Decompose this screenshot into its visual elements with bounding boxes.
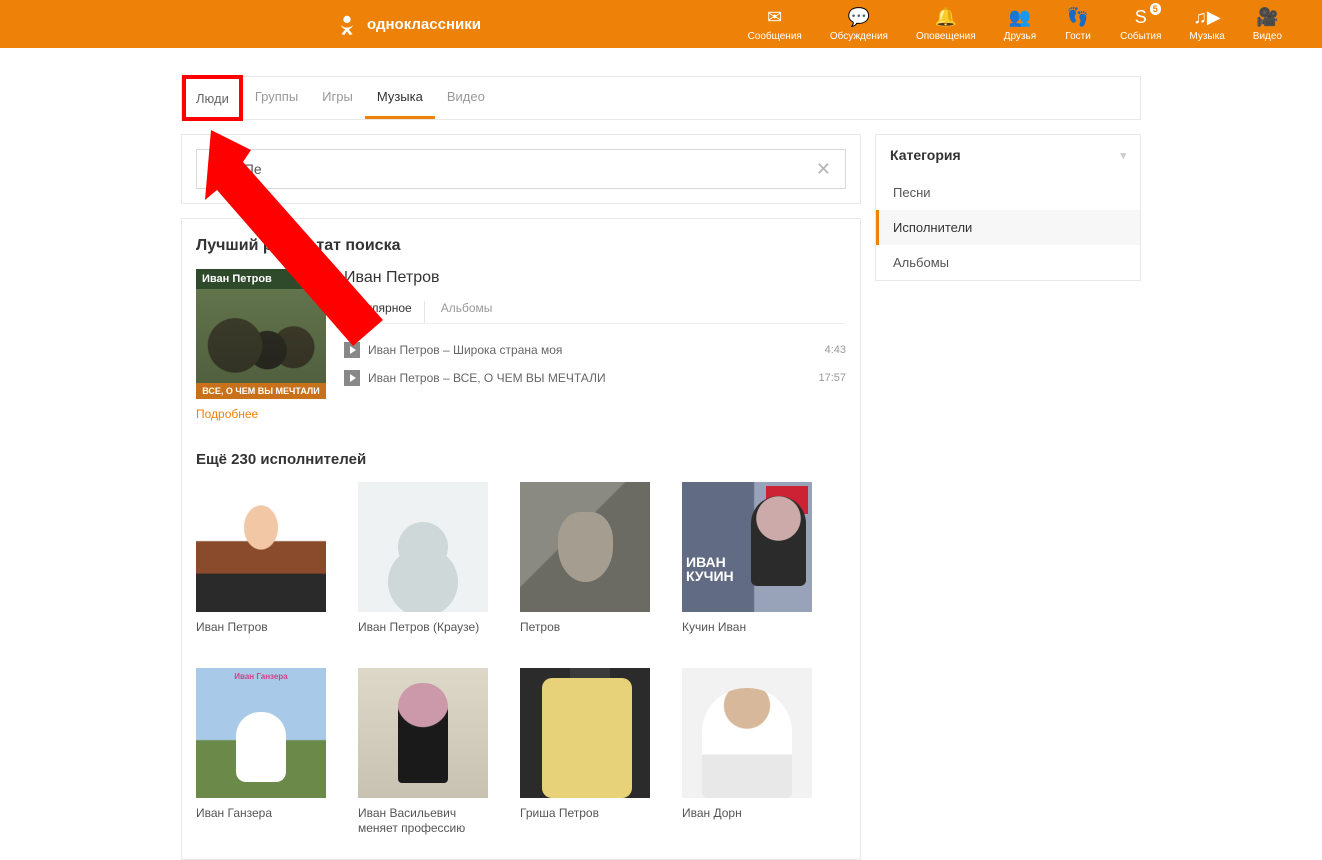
artist-card[interactable]: Кучин Иван — [682, 482, 812, 636]
search-input[interactable] — [207, 161, 812, 177]
artist-card[interactable]: Иван Васильевич меняет профессию — [358, 668, 488, 837]
artist-thumb — [520, 482, 650, 612]
nav-label: Оповещения — [916, 31, 976, 42]
artist-thumb — [358, 668, 488, 798]
artist-name: Иван Петров — [196, 620, 326, 636]
category-panel: Категория ▾ Песни Исполнители Альбомы — [875, 134, 1141, 281]
artist-thumb — [196, 482, 326, 612]
video-icon: 🎥 — [1253, 7, 1281, 29]
artist-card[interactable]: Гриша Петров — [520, 668, 650, 837]
events-icon: S5 — [1127, 7, 1155, 29]
tab-video[interactable]: Видео — [435, 77, 497, 119]
album-art: Иван Петров ВСЕ, О ЧЕМ ВЫ МЕЧТАЛИ — [196, 269, 326, 399]
artist-name: Гриша Петров — [520, 806, 650, 822]
nav-messages[interactable]: ✉ Сообщения — [748, 7, 802, 42]
nav-label: События — [1120, 31, 1161, 42]
track-duration: 4:43 — [825, 344, 846, 356]
best-result-heading: Лучший результат поиска — [196, 237, 846, 255]
nav-guests[interactable]: 👣 Гости — [1064, 7, 1092, 42]
ok-logo-icon — [335, 12, 359, 36]
artist-name: Кучин Иван — [682, 620, 812, 636]
nav-video[interactable]: 🎥 Видео — [1253, 7, 1282, 42]
nav-discussions[interactable]: 💬 Обсуждения — [830, 7, 888, 42]
friends-icon: 👥 — [1006, 7, 1034, 29]
search-tabs: Люди Группы Игры Музыка Видео — [181, 76, 1141, 120]
tab-groups[interactable]: Группы — [243, 77, 310, 119]
artist-name: Иван Ганзера — [196, 806, 326, 822]
best-artist-name[interactable]: Иван Петров — [344, 269, 846, 287]
track-title: Иван Петров – Широка страна моя — [368, 343, 817, 357]
artist-thumb — [682, 482, 812, 612]
play-icon[interactable] — [344, 370, 360, 386]
cat-songs[interactable]: Песни — [876, 175, 1140, 210]
subtab-albums[interactable]: Альбомы — [433, 301, 505, 323]
tab-games[interactable]: Игры — [310, 77, 365, 119]
nav-label: Сообщения — [748, 31, 802, 42]
guests-icon: 👣 — [1064, 7, 1092, 29]
category-heading[interactable]: Категория ▾ — [876, 135, 1140, 175]
chevron-down-icon: ▾ — [1120, 149, 1126, 162]
top-nav: ✉ Сообщения 💬 Обсуждения 🔔 Оповещения 👥 … — [748, 7, 1282, 42]
bell-icon: 🔔 — [932, 7, 960, 29]
more-artists-heading: Ещё 230 исполнителей — [196, 451, 846, 468]
artist-thumb — [358, 482, 488, 612]
tab-music[interactable]: Музыка — [365, 77, 435, 119]
artist-name: Иван Васильевич меняет профессию — [358, 806, 488, 837]
nav-label: Обсуждения — [830, 31, 888, 42]
cat-albums[interactable]: Альбомы — [876, 245, 1140, 280]
nav-friends[interactable]: 👥 Друзья — [1004, 7, 1036, 42]
artist-card[interactable]: Иван Дорн — [682, 668, 812, 837]
brand-text: одноклассники — [367, 16, 481, 33]
artist-grid: Иван Петров Иван Петров (Краузе) Петров … — [196, 482, 846, 837]
mail-icon: ✉ — [761, 7, 789, 29]
track-row[interactable]: Иван Петров – Широка страна моя 4:43 — [344, 336, 846, 364]
artist-name: Иван Дорн — [682, 806, 812, 822]
nav-notifications[interactable]: 🔔 Оповещения — [916, 7, 976, 42]
nav-label: Видео — [1253, 31, 1282, 42]
tab-people[interactable]: Люди — [182, 75, 243, 121]
artist-name: Петров — [520, 620, 650, 636]
track-row[interactable]: Иван Петров – ВСЕ, О ЧЕМ ВЫ МЕЧТАЛИ 17:5… — [344, 364, 846, 392]
artist-card[interactable]: Петров — [520, 482, 650, 636]
artist-card[interactable]: Иван Петров — [196, 482, 326, 636]
artist-thumb — [520, 668, 650, 798]
track-title: Иван Петров – ВСЕ, О ЧЕМ ВЫ МЕЧТАЛИ — [368, 371, 810, 385]
artist-thumb: Иван Ганзера — [196, 668, 326, 798]
best-album-card[interactable]: Иван Петров ВСЕ, О ЧЕМ ВЫ МЕЧТАЛИ Подроб… — [196, 269, 326, 421]
search-box: ✕ — [181, 134, 861, 204]
nav-label: Друзья — [1004, 31, 1036, 42]
artist-subtabs: Популярное Альбомы — [344, 301, 846, 324]
events-badge: 5 — [1150, 3, 1161, 15]
nav-label: Гости — [1065, 31, 1090, 42]
artist-name: Иван Петров (Краузе) — [358, 620, 488, 636]
artist-thumb — [682, 668, 812, 798]
nav-label: Музыка — [1189, 31, 1224, 42]
artist-card[interactable]: Иван Ганзера Иван Ганзера — [196, 668, 326, 837]
artist-card[interactable]: Иван Петров (Краузе) — [358, 482, 488, 636]
subtab-popular[interactable]: Популярное — [344, 301, 425, 323]
brand-logo[interactable]: одноклассники — [335, 12, 481, 36]
top-bar: одноклассники ✉ Сообщения 💬 Обсуждения 🔔… — [0, 0, 1322, 48]
play-icon[interactable] — [344, 342, 360, 358]
track-duration: 17:57 — [818, 372, 846, 384]
album-bottom-label: ВСЕ, О ЧЕМ ВЫ МЕЧТАЛИ — [196, 383, 326, 399]
cat-artists[interactable]: Исполнители — [876, 210, 1140, 245]
music-play-icon: ♫▶ — [1193, 7, 1221, 29]
results-panel: Лучший результат поиска Иван Петров ВСЕ,… — [181, 218, 861, 860]
chat-icon: 💬 — [845, 7, 873, 29]
album-top-label: Иван Петров — [196, 269, 326, 289]
nav-events[interactable]: S5 События — [1120, 7, 1161, 42]
nav-music[interactable]: ♫▶ Музыка — [1189, 7, 1224, 42]
more-details-link[interactable]: Подробнее — [196, 407, 258, 421]
clear-search-icon[interactable]: ✕ — [812, 155, 835, 184]
